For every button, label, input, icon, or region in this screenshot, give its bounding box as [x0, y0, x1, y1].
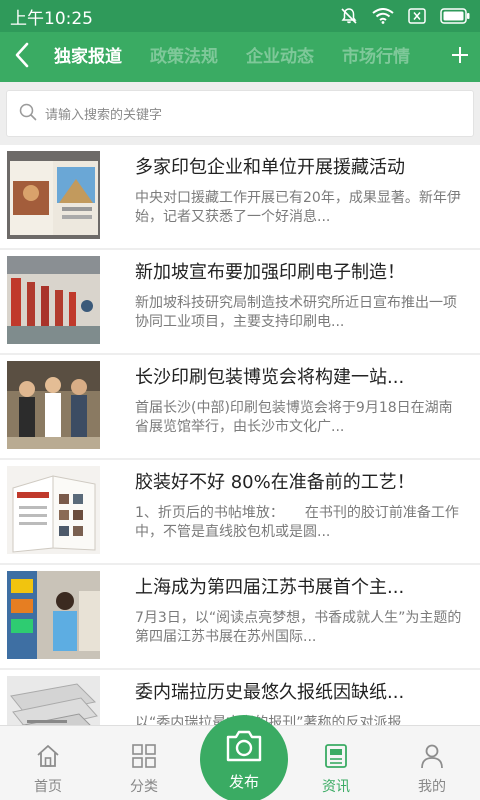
plus-icon [451, 46, 469, 68]
nav-category[interactable]: 分类 [96, 726, 192, 800]
news-title: 新加坡宣布要加强印刷电子制造！ [135, 262, 405, 283]
nav-mine[interactable]: 我的 [384, 726, 480, 800]
news-summary: 以“委内瑞拉最古老的报刊”著称的反对派报 [135, 715, 402, 725]
news-item[interactable]: 新加坡宣布要加强印刷电子制造！ 新加坡科技研究局制造技术研究所近日宣布推出一项协… [0, 250, 480, 353]
news-thumbnail [7, 361, 100, 449]
news-summary: 7月3日，以“阅读点亮梦想，书香成就人生”为主题的第四届江苏书展在苏州国际... [135, 610, 462, 645]
grid-icon [131, 743, 157, 769]
home-icon [35, 743, 61, 769]
news-title: 长沙印刷包装博览会将构建一站... [135, 367, 405, 388]
search-placeholder: 请输入搜索的关键字 [45, 108, 163, 123]
news-title: 委内瑞拉历史最悠久报纸因缺纸... [135, 682, 405, 703]
camera-icon [224, 729, 264, 767]
wifi-icon [372, 8, 394, 24]
news-item[interactable]: 长沙印刷包装博览会将构建一站... 首届长沙(中部)印刷包装博览会将于9月18日… [0, 355, 480, 458]
nav-news[interactable]: 资讯 [288, 726, 384, 800]
news-summary: 首届长沙(中部)印刷包装博览会将于9月18日在湖南省展览馆举行，由长沙市文化广.… [135, 400, 453, 435]
nav-mine-label: 我的 [418, 779, 446, 795]
status-bar: 上午10:25 [0, 0, 480, 32]
status-time: 上午10:25 [10, 8, 93, 29]
search-input[interactable]: 请输入搜索的关键字 [6, 90, 474, 137]
back-button[interactable] [0, 32, 44, 82]
nav-home-label: 首页 [34, 779, 62, 795]
publish-label: 发布 [228, 773, 259, 791]
news-item[interactable]: 上海成为第四届江苏书展首个主... 7月3日，以“阅读点亮梦想，书香成就人生”为… [0, 565, 480, 668]
news-summary: 1、折页后的书帖堆放： 在书刊的胶订前准备工作中，不管是直线胶包机或是圆... [135, 505, 459, 540]
search-area: 请输入搜索的关键字 [0, 82, 480, 145]
tab-exclusive[interactable]: 独家报道 [44, 32, 132, 82]
news-thumbnail [7, 256, 100, 344]
tab-company-news[interactable]: 企业动态 [236, 32, 324, 82]
news-item[interactable]: 多家印包企业和单位开展援藏活动 中央对口援藏工作开展已有20年，成果显著。新年伊… [0, 145, 480, 248]
search-icon [19, 103, 37, 125]
nav-category-label: 分类 [130, 779, 158, 795]
news-summary: 新加坡科技研究局制造技术研究所近日宣布推出一项协同工业项目，主要支持印刷电... [135, 295, 457, 330]
close-box-icon [408, 8, 426, 24]
header-bar: 独家报道 政策法规 企业动态 市场行情 [0, 32, 480, 82]
chevron-left-icon [14, 42, 30, 72]
tab-policy[interactable]: 政策法规 [140, 32, 228, 82]
status-icons [340, 7, 470, 25]
news-list: 多家印包企业和单位开展援藏活动 中央对口援藏工作开展已有20年，成果显著。新年伊… [0, 145, 480, 725]
news-title: 胶装好不好 80%在准备前的工艺！ [135, 472, 415, 493]
news-thumbnail [7, 571, 100, 659]
add-tab-button[interactable] [440, 32, 480, 82]
news-thumbnail [7, 151, 100, 239]
news-summary: 中央对口援藏工作开展已有20年，成果显著。新年伊始，记者又获悉了一个好消息... [135, 190, 461, 225]
news-item[interactable]: 胶装好不好 80%在准备前的工艺！ 1、折页后的书帖堆放： 在书刊的胶订前准备工… [0, 460, 480, 563]
category-tabs: 独家报道 政策法规 企业动态 市场行情 [44, 32, 480, 82]
publish-button[interactable]: 发布 [200, 715, 288, 800]
news-thumbnail [7, 466, 100, 554]
battery-icon [440, 8, 470, 24]
news-icon [323, 743, 349, 769]
nav-news-label: 资讯 [322, 779, 350, 795]
user-icon [419, 743, 445, 769]
news-title: 上海成为第四届江苏书展首个主... [135, 577, 405, 598]
news-thumbnail [7, 676, 100, 725]
nav-home[interactable]: 首页 [0, 726, 96, 800]
news-title: 多家印包企业和单位开展援藏活动 [135, 157, 405, 178]
tab-market[interactable]: 市场行情 [332, 32, 420, 82]
mute-icon [340, 7, 358, 25]
